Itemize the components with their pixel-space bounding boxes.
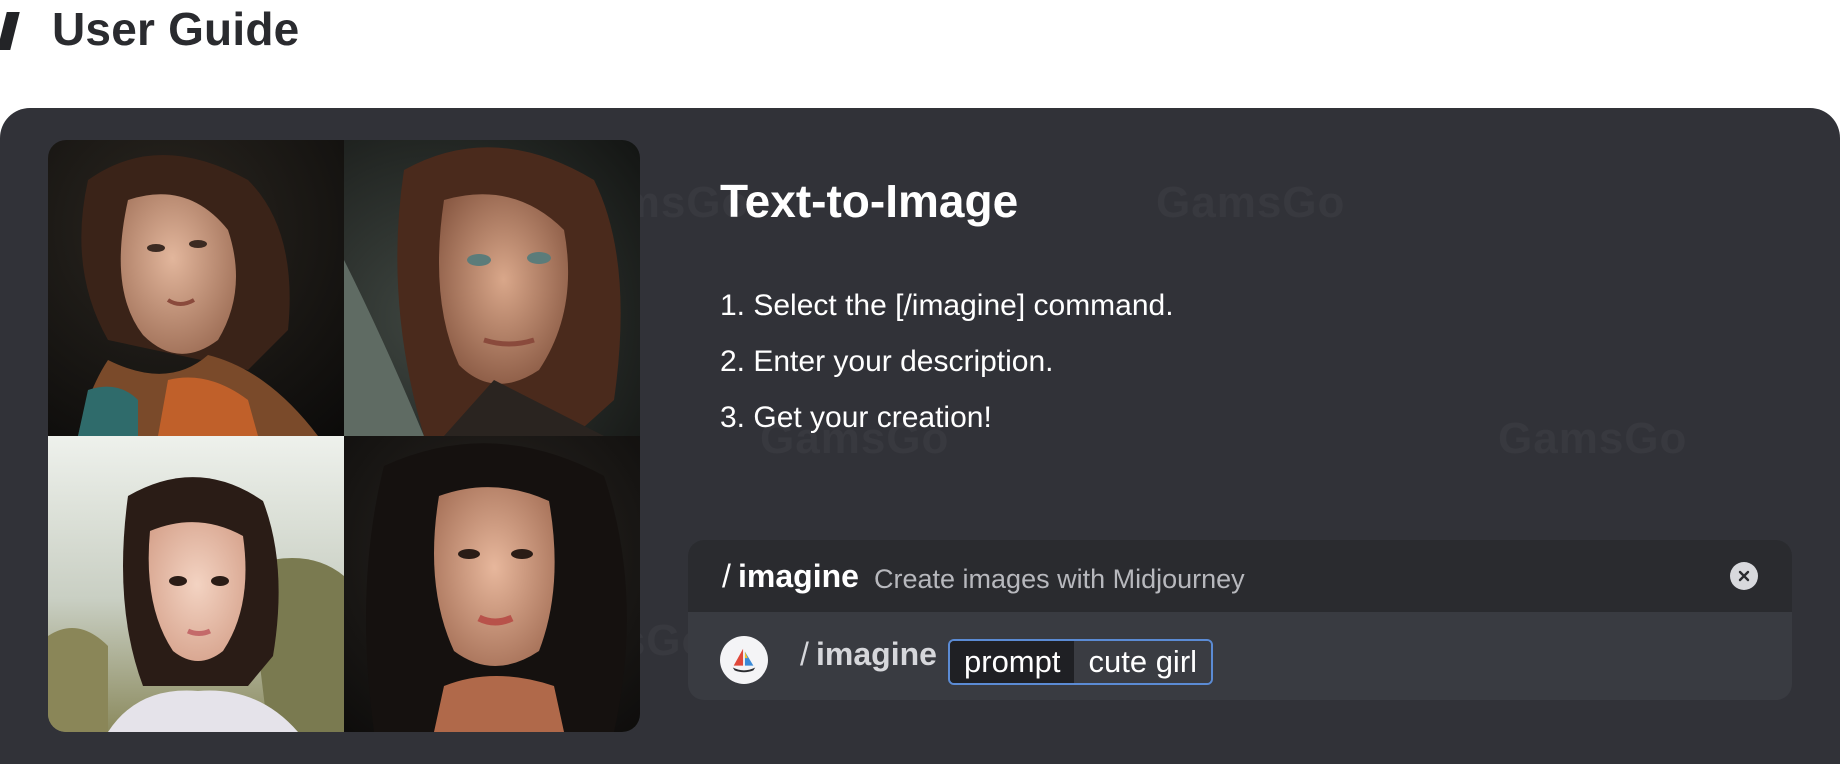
portrait-image: [344, 140, 640, 436]
option-value[interactable]: cute girl: [1074, 641, 1212, 683]
heading-title: User Guide: [52, 3, 300, 55]
heading-slash-mark: [0, 12, 20, 50]
example-image-3: [48, 436, 344, 732]
example-image-4: [344, 436, 640, 732]
steps-list: 1. Select the [/imagine] command. 2. Ent…: [720, 278, 1174, 446]
step-item: 2. Enter your description.: [720, 345, 1054, 378]
portrait-image: [48, 436, 344, 732]
guide-card: GamsGo GamsGo GamsGo GamsGo GamsGo GamsG…: [0, 108, 1840, 764]
command-demo-panel: / imagine Create images with Midjourney …: [688, 540, 1792, 700]
option-name: prompt: [950, 641, 1075, 683]
step-item: 3. Get your creation!: [720, 401, 992, 434]
input-command-slash: /: [800, 636, 809, 672]
example-image-2: [344, 140, 640, 436]
portrait-image: [48, 140, 344, 436]
portrait-image: [344, 436, 640, 732]
command-suggestion[interactable]: / imagine Create images with Midjourney: [688, 540, 1792, 612]
command-name: imagine: [738, 558, 859, 594]
close-icon[interactable]: [1730, 562, 1758, 590]
step-item: 1. Select the [/imagine] command.: [720, 289, 1174, 322]
input-command-name: imagine: [816, 636, 937, 672]
command-slash: /: [722, 558, 731, 594]
watermark: GamsGo: [1498, 414, 1687, 464]
example-image-1: [48, 140, 344, 436]
midjourney-boat-icon: [720, 636, 768, 684]
guide-title: Text-to-Image: [720, 175, 1019, 227]
example-image-grid: [48, 140, 640, 732]
command-description: Create images with Midjourney: [874, 564, 1245, 594]
watermark: GamsGo: [1156, 178, 1345, 228]
prompt-option-field[interactable]: prompt cute girl: [948, 639, 1214, 685]
